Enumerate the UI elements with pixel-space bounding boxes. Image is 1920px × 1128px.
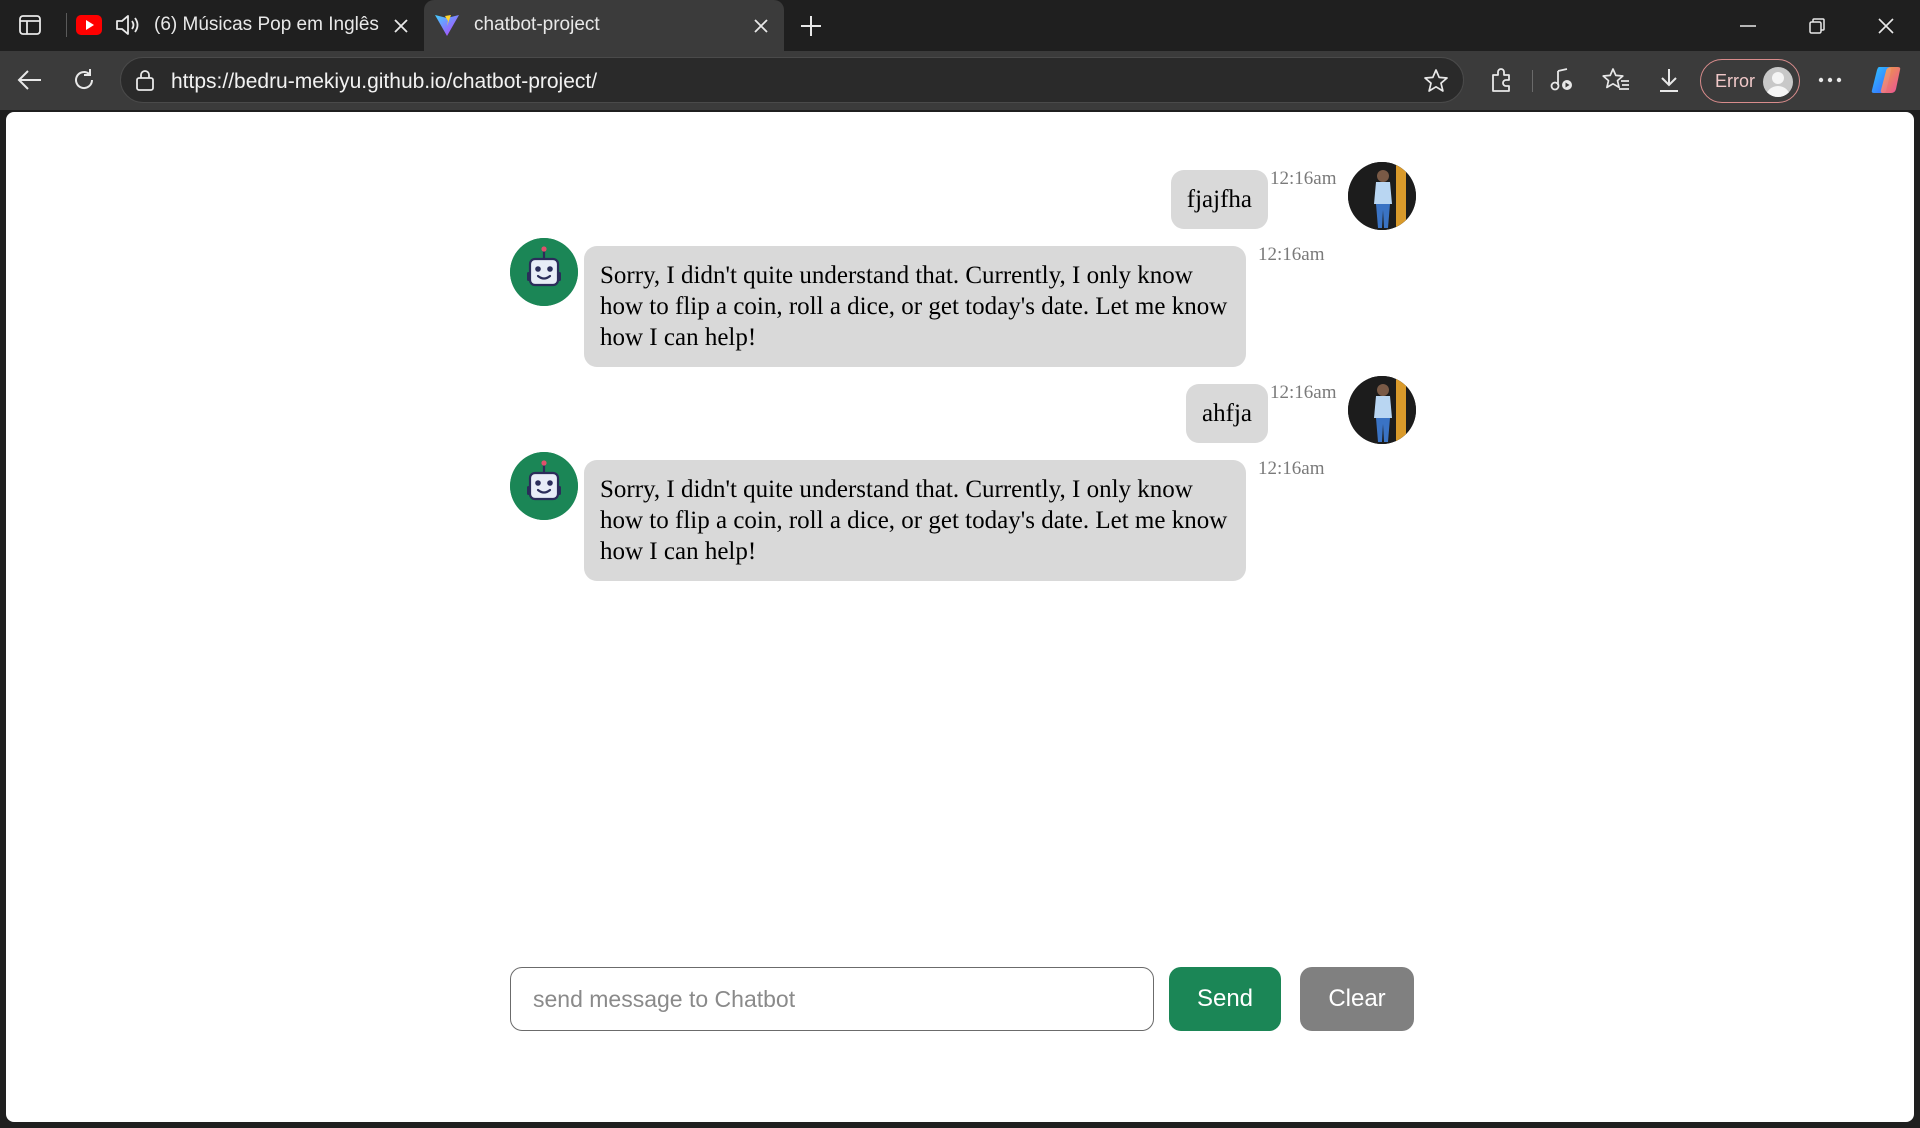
new-tab-icon[interactable] xyxy=(794,9,828,43)
message-bubble: Sorry, I didn't quite understand that. C… xyxy=(584,460,1246,581)
profile-error-label: Error xyxy=(1715,71,1755,91)
robot-message: Sorry, I didn't quite understand that. C… xyxy=(510,238,1416,368)
extensions-icon[interactable] xyxy=(1480,59,1522,101)
youtube-icon xyxy=(76,15,102,40)
close-tab-icon[interactable] xyxy=(388,13,414,39)
copilot-icon[interactable] xyxy=(1865,59,1907,101)
user-message: fjajfha 12:16am xyxy=(510,162,1416,234)
user-message: ahfja 12:16am xyxy=(510,376,1416,448)
favorites-icon[interactable] xyxy=(1595,59,1637,101)
lock-icon[interactable] xyxy=(135,69,155,96)
tab-youtube[interactable]: (6) Músicas Pop em Inglês M xyxy=(70,0,422,51)
message-bubble: fjajfha xyxy=(1170,170,1268,229)
refresh-icon[interactable] xyxy=(63,59,105,101)
message-input[interactable] xyxy=(510,967,1154,1031)
close-tab-icon[interactable] xyxy=(748,13,774,39)
clear-button[interactable]: Clear xyxy=(1300,967,1414,1031)
message-bubble: Sorry, I didn't quite understand that. C… xyxy=(584,246,1246,367)
message-time: 12:16am xyxy=(1258,458,1325,479)
robot-icon xyxy=(510,452,578,520)
profile-avatar-icon xyxy=(1763,67,1793,97)
minimize-icon[interactable] xyxy=(1713,0,1783,51)
page-content: fjajfha 12:16am Sorry, I didn't quite un… xyxy=(6,112,1914,1122)
tab-separator xyxy=(66,13,67,37)
user-photo-avatar xyxy=(1348,376,1416,444)
url-text[interactable]: https://bedru-mekiyu.github.io/chatbot-p… xyxy=(171,70,597,94)
tab-strip: (6) Músicas Pop em Inglês M chatbot-proj… xyxy=(0,0,1920,51)
user-photo-avatar xyxy=(1348,162,1416,230)
tab-title: chatbot-project xyxy=(474,14,600,35)
tab-actions-icon[interactable] xyxy=(12,10,48,40)
robot-message: Sorry, I didn't quite understand that. C… xyxy=(510,452,1416,582)
profile-button[interactable]: Error xyxy=(1700,59,1800,103)
toolbar-divider xyxy=(1532,70,1533,92)
message-time: 12:16am xyxy=(1258,244,1325,265)
back-icon[interactable] xyxy=(9,59,51,101)
tab-title: (6) Músicas Pop em Inglês M xyxy=(154,14,380,35)
favorite-star-icon[interactable] xyxy=(1423,68,1449,99)
address-bar[interactable]: https://bedru-mekiyu.github.io/chatbot-p… xyxy=(120,57,1464,103)
tab-chatbot-project[interactable]: chatbot-project xyxy=(424,0,784,51)
send-button[interactable]: Send xyxy=(1169,967,1281,1031)
close-window-icon[interactable] xyxy=(1851,0,1920,51)
message-time: 12:16am xyxy=(1270,168,1337,189)
message-bubble: ahfja xyxy=(1186,384,1268,443)
vite-icon xyxy=(434,13,460,42)
restore-icon[interactable] xyxy=(1782,0,1852,51)
downloads-icon[interactable] xyxy=(1648,59,1690,101)
browser-toolbar: https://bedru-mekiyu.github.io/chatbot-p… xyxy=(0,51,1920,110)
more-options-icon[interactable] xyxy=(1809,59,1851,101)
speaker-icon[interactable] xyxy=(114,13,142,42)
robot-icon xyxy=(510,238,578,306)
message-composer: Send Clear xyxy=(510,967,1416,1033)
media-control-icon[interactable] xyxy=(1541,59,1583,101)
message-time: 12:16am xyxy=(1270,382,1337,403)
